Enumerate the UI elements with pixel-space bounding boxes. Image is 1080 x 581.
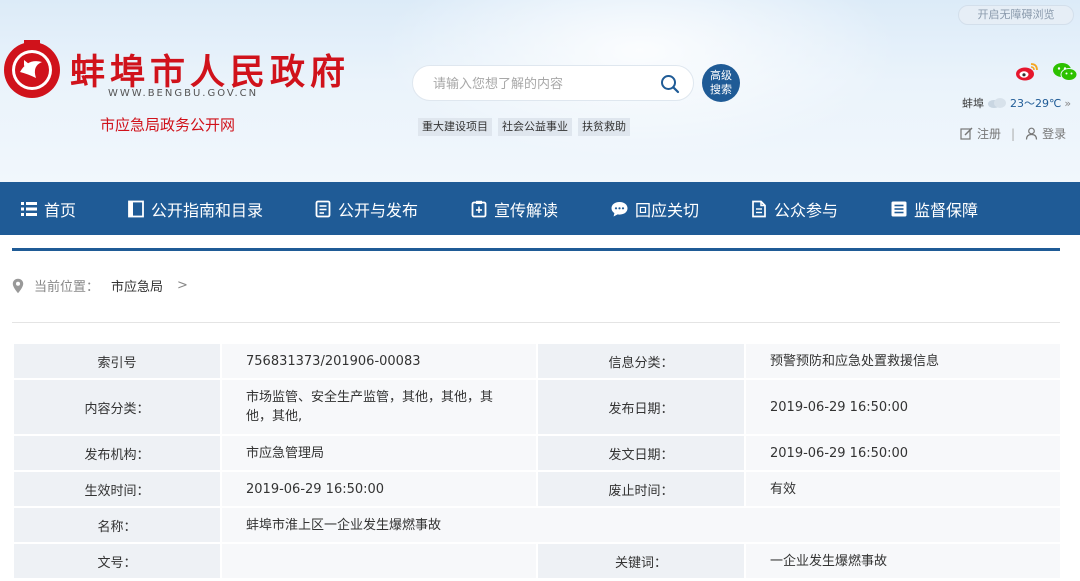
user-links: 注册 | 登录	[960, 125, 1066, 142]
info-value-effective-time: 2019-06-29 16:50:00	[220, 470, 538, 508]
info-value-category: 预警预防和应急处置救援信息	[744, 342, 1062, 380]
location-pin-icon	[12, 278, 24, 293]
accessibility-button[interactable]: 开启无障碍浏览	[958, 5, 1074, 25]
info-label-effective-time: 生效时间：	[12, 470, 222, 508]
advanced-search-label-line2: 搜索	[710, 83, 732, 96]
hot-tag-public-welfare[interactable]: 社会公益事业	[498, 118, 572, 136]
weibo-icon[interactable]	[1015, 62, 1039, 82]
nav-item-guide-catalog[interactable]: 公开指南和目录	[127, 182, 263, 235]
breadcrumb-current[interactable]: 市应急局	[111, 276, 163, 295]
info-label-issue-date: 发文日期：	[536, 434, 746, 472]
cloudy-icon	[988, 98, 1006, 108]
nav-item-home[interactable]: 首页	[20, 182, 76, 235]
login-link[interactable]: 登录	[1042, 125, 1066, 142]
user-icon	[1025, 127, 1038, 140]
table-row: 生效时间： 2019-06-29 16:50:00 废止时间： 有效	[12, 470, 1062, 508]
nav-item-response[interactable]: 回应关切	[610, 182, 699, 235]
search-box	[412, 65, 694, 101]
info-value-content-type: 市场监管、安全生产监管，其他，其他，其他，其他,	[220, 378, 538, 436]
nav-item-label: 宣传解读	[494, 200, 559, 220]
breadcrumb-arrow: >	[177, 278, 188, 293]
info-label-keywords: 关键词：	[536, 542, 746, 580]
weather-widget[interactable]: 蚌埠 23～29℃ »	[962, 95, 1071, 111]
edit-document-icon	[752, 200, 766, 217]
hot-tags: 重大建设项目 社会公益事业 扶贫救助	[418, 118, 630, 136]
info-value-publish-date: 2019-06-29 16:50:00	[744, 378, 1062, 436]
city-emblem-icon	[4, 40, 60, 98]
register-link[interactable]: 注册	[977, 125, 1001, 142]
nav-item-label: 首页	[44, 200, 77, 220]
nav-item-label: 监督保障	[914, 200, 979, 220]
search-icon[interactable]	[658, 72, 682, 96]
hot-tag-major-projects[interactable]: 重大建设项目	[418, 118, 492, 136]
nav-underline	[12, 248, 1060, 251]
nav-item-label: 公开指南和目录	[151, 200, 264, 220]
site-subtitle[interactable]: 市应急局政务公开网	[100, 114, 235, 135]
nav-item-label: 回应关切	[635, 200, 700, 220]
weather-city: 蚌埠	[962, 97, 984, 110]
info-value-publisher: 市应急管理局	[220, 434, 538, 472]
info-value-keywords: 一企业发生爆燃事故	[744, 542, 1062, 580]
clipboard-icon	[471, 200, 487, 217]
advanced-search-label-line1: 高级	[710, 69, 732, 82]
book-icon	[128, 200, 144, 217]
nav-item-label: 公开与发布	[338, 200, 419, 220]
nav-item-supervision[interactable]: 监督保障	[890, 182, 978, 235]
content-divider	[12, 322, 1060, 323]
breadcrumb-prefix: 当前位置：	[34, 280, 100, 295]
user-links-separator: |	[1011, 126, 1016, 141]
info-label-doc-number: 文号：	[12, 542, 222, 580]
info-label-publisher: 发布机构：	[12, 434, 222, 472]
register-icon	[960, 127, 973, 140]
info-value-doc-number	[220, 542, 538, 580]
weather-more-icon[interactable]: »	[1064, 97, 1071, 110]
info-value-expiry-time: 有效	[744, 470, 1062, 508]
site-url: WWW.BENGBU.GOV.CN	[108, 88, 259, 99]
list-box-icon	[891, 201, 907, 216]
nav-item-interpretation[interactable]: 宣传解读	[470, 182, 558, 235]
info-value-name: 蚌埠市淮上区一企业发生爆燃事故	[220, 506, 1062, 544]
list-icon	[21, 201, 37, 216]
weather-temperature: 23～29℃	[1010, 97, 1062, 110]
main-nav: 首页 公开指南和目录 公开与发布 宣传解读 回应关切 公众参与 监督保障	[0, 182, 1080, 235]
info-value-index: 756831373/201906-00083	[220, 342, 538, 380]
document-icon	[315, 200, 331, 217]
nav-item-label: 公众参与	[774, 200, 839, 220]
document-info-table: 索引号 756831373/201906-00083 信息分类： 预警预防和应急…	[12, 342, 1062, 580]
nav-item-publish[interactable]: 公开与发布	[314, 182, 418, 235]
table-row: 索引号 756831373/201906-00083 信息分类： 预警预防和应急…	[12, 342, 1062, 380]
info-label-publish-date: 发布日期：	[536, 378, 746, 436]
chat-icon	[611, 201, 628, 216]
info-label-category: 信息分类：	[536, 342, 746, 380]
advanced-search-button[interactable]: 高级 搜索	[702, 64, 740, 102]
nav-item-participation[interactable]: 公众参与	[750, 182, 838, 235]
table-row: 文号： 关键词： 一企业发生爆燃事故	[12, 542, 1062, 580]
table-row: 发布机构： 市应急管理局 发文日期： 2019-06-29 16:50:00	[12, 434, 1062, 472]
site-header: 开启无障碍浏览 蚌埠市人民政府 WWW.BENGBU.GOV.CN 市应急局政务…	[0, 0, 1080, 182]
breadcrumb: 当前位置： 市应急局 >	[12, 276, 188, 295]
search-input[interactable]	[433, 74, 653, 94]
table-row: 名称： 蚌埠市淮上区一企业发生爆燃事故	[12, 506, 1062, 544]
hot-tag-poverty-relief[interactable]: 扶贫救助	[578, 118, 630, 136]
info-value-issue-date: 2019-06-29 16:50:00	[744, 434, 1062, 472]
info-label-index: 索引号	[12, 342, 222, 380]
table-row: 内容分类： 市场监管、安全生产监管，其他，其他，其他，其他, 发布日期： 201…	[12, 378, 1062, 436]
wechat-icon[interactable]	[1052, 62, 1078, 82]
info-label-content-type: 内容分类：	[12, 378, 222, 436]
info-label-expiry-time: 废止时间：	[536, 470, 746, 508]
info-label-name: 名称：	[12, 506, 222, 544]
